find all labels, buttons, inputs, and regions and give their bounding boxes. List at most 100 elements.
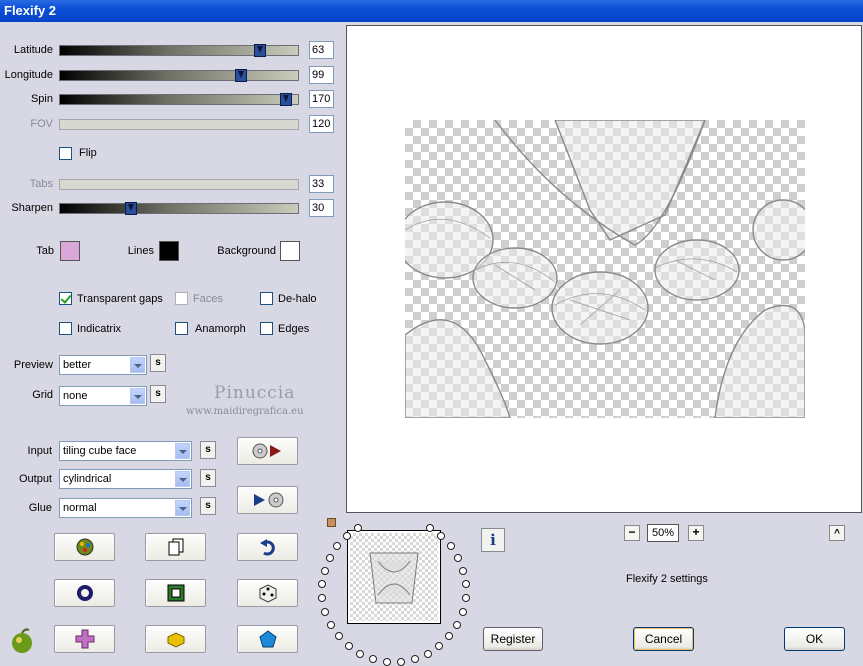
dial-dot[interactable] (426, 524, 434, 532)
longitude-slider-thumb[interactable] (235, 69, 247, 82)
cancel-button[interactable]: Cancel (633, 627, 694, 651)
zoom-in-button[interactable]: + (688, 525, 704, 541)
transparent-gaps-checkbox[interactable] (59, 292, 72, 305)
dial-dot[interactable] (462, 594, 470, 602)
disc-play-icon (252, 443, 281, 459)
square-button[interactable] (145, 579, 206, 607)
input-s-button[interactable]: s (200, 441, 216, 459)
dial-dot[interactable] (397, 658, 405, 666)
tabs-value-field[interactable]: 33 (309, 175, 334, 193)
fov-value-field[interactable]: 120 (309, 115, 334, 133)
grid-s-button[interactable]: s (150, 385, 166, 403)
dial-dot[interactable] (435, 642, 443, 650)
play-forward-button[interactable] (237, 437, 298, 465)
dial-dot[interactable] (437, 532, 445, 540)
longitude-slider[interactable] (59, 69, 299, 82)
dial-dot[interactable] (354, 524, 362, 532)
edges-checkbox[interactable] (260, 322, 273, 335)
output-select[interactable]: cylindrical (59, 469, 192, 489)
play-disc-icon (253, 492, 283, 508)
background-color-swatch[interactable] (280, 241, 300, 261)
collapse-button[interactable]: ^ (829, 525, 845, 541)
fov-slider[interactable] (59, 119, 299, 130)
ok-button[interactable]: OK (784, 627, 845, 651)
tab-color-swatch[interactable] (60, 241, 80, 261)
dial-dot[interactable] (318, 594, 326, 602)
flaming-pear-logo-icon (12, 628, 32, 653)
lines-color-label: Lines (127, 245, 154, 257)
copy-button[interactable] (145, 533, 206, 561)
randomize-colors-button[interactable] (54, 533, 115, 561)
dial-dot[interactable] (335, 632, 343, 640)
dial-dot[interactable] (321, 567, 329, 575)
de-halo-checkbox[interactable] (260, 292, 273, 305)
dial-dot[interactable] (459, 567, 467, 575)
edges-label: Edges (278, 323, 310, 335)
dice-button[interactable] (237, 579, 298, 607)
watermark-name: Pinuccia (214, 383, 296, 403)
dial-dot[interactable] (345, 642, 353, 650)
latitude-slider-thumb[interactable] (254, 44, 266, 57)
dial-dot[interactable] (459, 608, 467, 616)
sharpen-value-field[interactable]: 30 (309, 199, 334, 217)
sharpen-slider[interactable] (59, 202, 299, 215)
dial-dot[interactable] (356, 650, 364, 658)
info-icon: i (490, 531, 496, 549)
spin-value-field[interactable]: 170 (309, 90, 334, 108)
glue-s-button[interactable]: s (200, 497, 216, 515)
cross-shape-button[interactable] (54, 625, 115, 653)
play-back-button[interactable] (237, 486, 298, 514)
register-button[interactable]: Register (483, 627, 543, 651)
glue-select[interactable]: normal (59, 498, 192, 518)
anamorph-checkbox[interactable] (175, 322, 188, 335)
dial-dot[interactable] (424, 650, 432, 658)
spin-slider[interactable] (59, 93, 299, 106)
ring-button[interactable] (54, 579, 115, 607)
rotation-handle[interactable] (327, 518, 336, 527)
grid-select[interactable]: none (59, 386, 147, 406)
watermark-site: www.maidiregrafica.eu (186, 406, 304, 417)
zoom-out-button[interactable]: − (624, 525, 640, 541)
spin-slider-thumb[interactable] (280, 93, 292, 106)
undo-button[interactable] (237, 533, 298, 561)
faces-checkbox[interactable] (175, 292, 188, 305)
dial-dot[interactable] (343, 532, 351, 540)
preview-select[interactable]: better (59, 355, 147, 375)
dial-dot[interactable] (333, 542, 341, 550)
brick-shape-button[interactable] (145, 625, 206, 653)
latitude-label: Latitude (13, 44, 53, 56)
dial-dot[interactable] (383, 658, 391, 666)
dial-dot[interactable] (462, 580, 470, 588)
dial-dot[interactable] (327, 621, 335, 629)
pentagon-shape-button[interactable] (237, 625, 298, 653)
dial-dot[interactable] (453, 621, 461, 629)
tabs-label: Tabs (29, 178, 53, 190)
indicatrix-checkbox[interactable] (59, 322, 72, 335)
zoom-level: 50% (647, 524, 679, 542)
dial-dot[interactable] (411, 655, 419, 663)
dial-dot[interactable] (454, 554, 462, 562)
tabs-slider[interactable] (59, 179, 299, 190)
preview-canvas[interactable] (346, 25, 862, 513)
sharpen-slider-thumb[interactable] (125, 202, 137, 215)
latitude-slider[interactable] (59, 44, 299, 57)
dial-dot[interactable] (318, 580, 326, 588)
flip-checkbox[interactable] (59, 147, 72, 160)
undo-icon (259, 539, 275, 556)
preview-s-button[interactable]: s (150, 354, 166, 372)
glue-select-label: Glue (28, 502, 52, 514)
latitude-value-field[interactable]: 63 (309, 41, 334, 59)
longitude-label: Longitude (4, 69, 53, 81)
dial-dot[interactable] (369, 655, 377, 663)
dial-dot[interactable] (445, 632, 453, 640)
lines-color-swatch[interactable] (159, 241, 179, 261)
output-s-button[interactable]: s (200, 469, 216, 487)
input-select[interactable]: tiling cube face (59, 441, 192, 461)
navigator-thumbnail[interactable] (347, 530, 441, 624)
dial-dot[interactable] (447, 542, 455, 550)
dial-dot[interactable] (326, 554, 334, 562)
longitude-value-field[interactable]: 99 (309, 66, 334, 84)
info-button[interactable]: i (481, 528, 505, 552)
dial-dot[interactable] (321, 608, 329, 616)
dice-icon (259, 584, 276, 603)
